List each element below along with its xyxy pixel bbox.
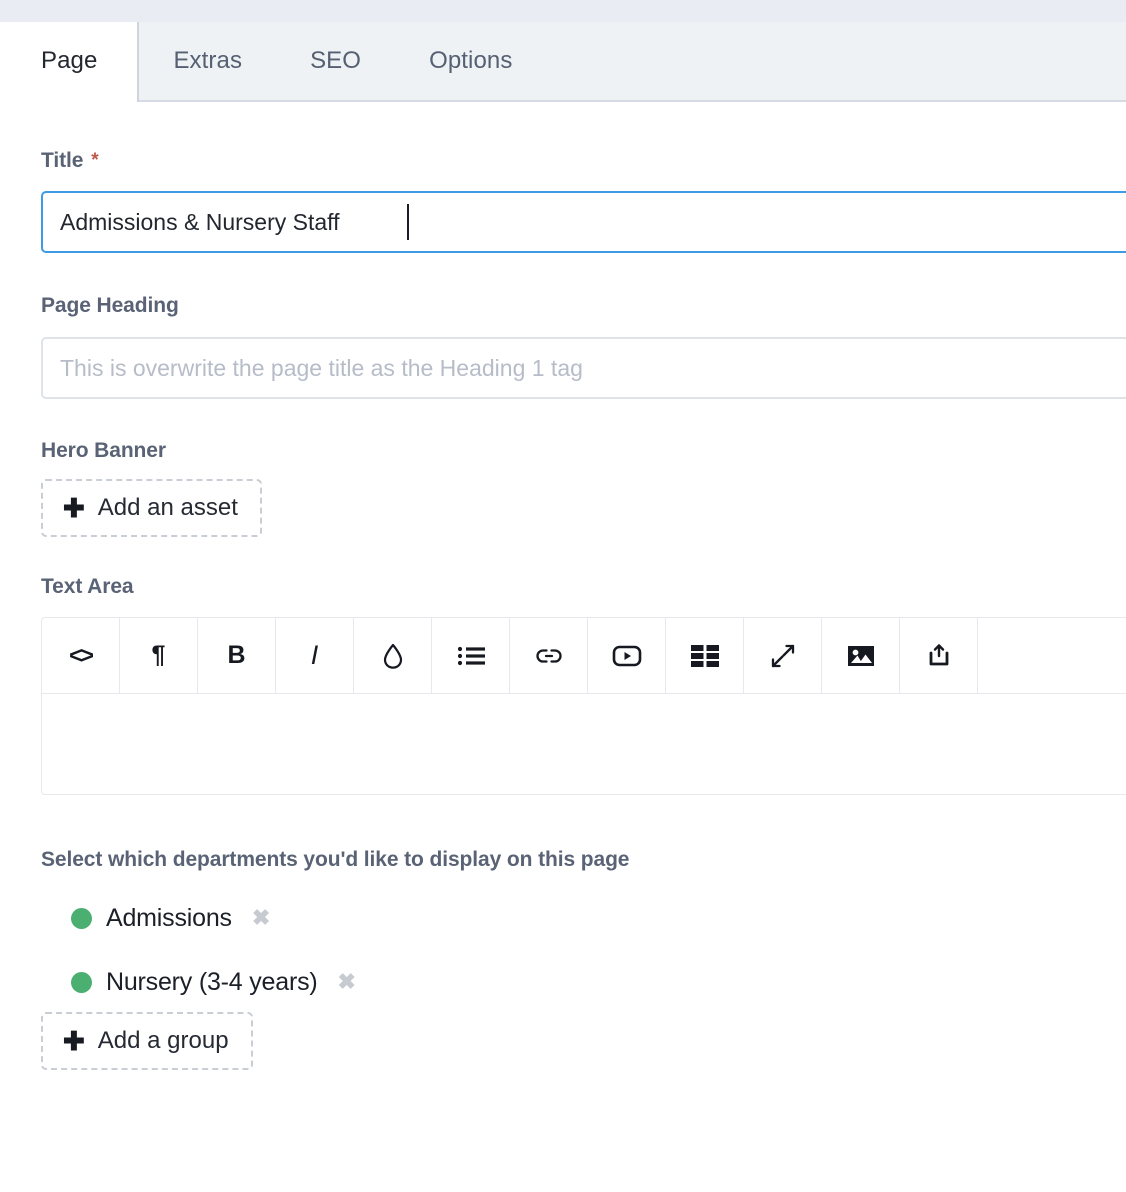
field-text-area: Text Area <> ¶ B I xyxy=(41,575,1126,795)
hero-banner-label: Hero Banner xyxy=(41,439,166,462)
field-title: Title * xyxy=(41,149,1126,253)
title-input[interactable] xyxy=(41,191,1126,253)
tab-seo-label: SEO xyxy=(310,47,362,74)
tab-bar: Page Extras SEO Options xyxy=(0,0,1126,102)
rich-text-editor: <> ¶ B I xyxy=(41,617,1126,795)
plus-icon: ✚ xyxy=(63,1025,85,1056)
status-dot-icon xyxy=(71,971,92,993)
paragraph-icon[interactable]: ¶ xyxy=(120,618,198,693)
field-page-heading: Page Heading xyxy=(41,294,1126,399)
page-heading-label: Page Heading xyxy=(41,294,179,317)
bullet-list-icon[interactable] xyxy=(432,618,510,693)
image-icon[interactable] xyxy=(822,618,900,693)
tab-page-label: Page xyxy=(41,47,98,74)
link-icon[interactable] xyxy=(510,618,588,693)
status-dot-icon xyxy=(71,907,92,929)
tab-options-label: Options xyxy=(429,47,513,74)
video-icon[interactable] xyxy=(588,618,666,693)
italic-icon[interactable]: I xyxy=(276,618,354,693)
toolbar-empty-cell xyxy=(978,618,1126,693)
plus-icon: ✚ xyxy=(63,492,85,523)
list-item[interactable]: Admissions ✖ xyxy=(41,894,1126,942)
field-departments: Select which departments you'd like to d… xyxy=(41,848,1126,1070)
expand-icon[interactable] xyxy=(744,618,822,693)
tab-extras-label: Extras xyxy=(173,47,243,74)
code-icon[interactable]: <> xyxy=(42,618,120,693)
field-hero-banner: Hero Banner ✚ Add an asset xyxy=(41,439,1126,537)
department-label: Admissions xyxy=(106,903,232,932)
bold-icon[interactable]: B xyxy=(198,618,276,693)
text-cursor xyxy=(407,204,409,240)
editor-toolbar: <> ¶ B I xyxy=(41,617,1126,693)
departments-label: Select which departments you'd like to d… xyxy=(41,848,630,871)
close-icon[interactable]: ✖ xyxy=(252,907,270,929)
droplet-icon[interactable] xyxy=(354,618,432,693)
required-asterisk: * xyxy=(91,150,99,171)
title-label-text: Title xyxy=(41,149,84,172)
list-item[interactable]: Nursery (3-4 years) ✖ xyxy=(41,958,1126,1006)
add-a-group-button[interactable]: ✚ Add a group xyxy=(41,1012,253,1070)
upload-icon[interactable] xyxy=(900,618,978,693)
add-an-asset-label: Add an asset xyxy=(97,494,238,521)
page-form: Title * Page Heading Hero Banner ✚ Add an… xyxy=(0,149,1126,1070)
add-a-group-label: Add a group xyxy=(97,1027,229,1054)
tab-extras[interactable]: Extras xyxy=(139,22,276,100)
editor-content-area[interactable] xyxy=(41,693,1126,795)
page-heading-input[interactable] xyxy=(41,337,1126,399)
tab-bar-top-strip xyxy=(0,0,1126,22)
department-label: Nursery (3-4 years) xyxy=(106,967,318,996)
tab-page[interactable]: Page xyxy=(0,22,140,102)
table-icon[interactable] xyxy=(666,618,744,693)
title-label: Title * xyxy=(41,149,1126,173)
text-area-label: Text Area xyxy=(41,575,134,598)
tab-options[interactable]: Options xyxy=(395,22,546,100)
close-icon[interactable]: ✖ xyxy=(338,971,356,993)
tab-list: Page Extras SEO Options xyxy=(0,22,1126,102)
add-an-asset-button[interactable]: ✚ Add an asset xyxy=(41,479,262,537)
tab-seo[interactable]: SEO xyxy=(276,22,395,100)
